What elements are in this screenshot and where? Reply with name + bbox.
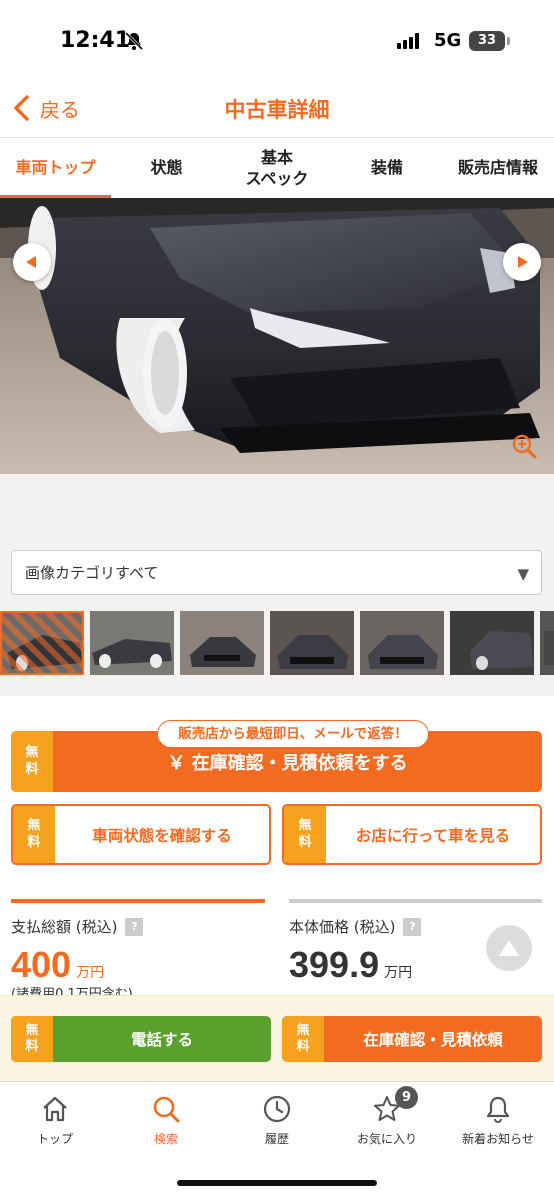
thumbnail[interactable] <box>270 611 354 675</box>
base-price-label-row: 本体価格 (税込) ? <box>289 916 422 937</box>
app-header: 戻る 中古車詳細 <box>0 80 554 136</box>
zoom-in-icon[interactable] <box>511 433 537 459</box>
free-tag: 無 料 <box>11 731 53 792</box>
help-icon[interactable]: ? <box>403 917 422 936</box>
next-photo-button[interactable] <box>503 243 541 281</box>
arrow-left-icon <box>26 256 36 268</box>
free-tag: 無 料 <box>282 1016 324 1062</box>
bell-icon <box>486 1096 510 1124</box>
favorites-count-badge: 9 <box>395 1086 418 1109</box>
check-condition-button[interactable]: 無 料 車両状態を確認する <box>11 804 271 865</box>
arrow-right-icon <box>518 256 528 268</box>
tab-vehicle-top[interactable]: 車両トップ <box>0 138 111 199</box>
thumbnail[interactable] <box>360 611 444 675</box>
home-indicator <box>177 1180 377 1186</box>
battery-tip <box>507 37 510 45</box>
thumbnail[interactable] <box>90 611 174 675</box>
nav-notifications[interactable]: 新着お知らせ <box>448 1094 548 1147</box>
nav-history-label: 履歴 <box>264 1132 289 1146</box>
tab-equipment[interactable]: 装備 <box>332 138 442 199</box>
vehicle-photo[interactable] <box>0 198 554 474</box>
free-tag: 無 料 <box>11 1016 53 1062</box>
inquiry-label: 在庫確認・見積依頼 <box>363 1031 503 1049</box>
price-base-divider <box>289 899 542 903</box>
visit-store-button[interactable]: 無 料 お店に行って車を見る <box>282 804 542 865</box>
status-bar: 12:41 5G 33 <box>0 0 554 80</box>
call-button[interactable]: 無 料 電話する <box>11 1016 271 1062</box>
thumbnail[interactable] <box>540 611 554 675</box>
call-label: 電話する <box>130 1031 193 1049</box>
total-price-value: 400 <box>11 944 72 985</box>
network-label: 5G <box>434 30 462 51</box>
car-photo-image <box>0 198 554 474</box>
nav-search-label: 検索 <box>153 1132 178 1146</box>
page-title: 中古車詳細 <box>224 98 330 122</box>
base-price-label: 本体価格 (税込) <box>289 918 396 936</box>
sticky-action-bar: 無 料 電話する 無 料 在庫確認・見積依頼 <box>0 995 554 1081</box>
scroll-to-top-button[interactable] <box>486 925 532 971</box>
thumbnail[interactable] <box>180 611 264 675</box>
caret-down-icon: ▼ <box>517 565 529 583</box>
base-price: 399.9 万円 <box>289 944 412 986</box>
thumbnail[interactable] <box>450 611 534 675</box>
nav-favorites-label: お気に入り <box>356 1132 417 1146</box>
free-tag: 無 料 <box>13 806 55 863</box>
clock-icon <box>263 1095 291 1123</box>
bell-slash-icon <box>124 31 144 51</box>
total-price-label: 支払総額 (税込) <box>11 918 118 936</box>
total-price-label-row: 支払総額 (税込) ? <box>11 916 144 937</box>
image-category-value: 画像カテゴリすべて <box>25 564 159 582</box>
nav-top[interactable]: トップ <box>5 1094 105 1147</box>
total-price-unit: 万円 <box>76 965 105 981</box>
total-price-note: (諸費用0.1万円含む) <box>11 987 133 995</box>
tab-basic-specs[interactable]: 基本 スペック <box>222 138 332 199</box>
image-category-select[interactable]: 画像カテゴリすべて ▼ <box>11 550 542 595</box>
nav-history[interactable]: 履歴 <box>227 1094 327 1147</box>
quick-reply-bubble: 販売店から最短即日、メールで返答！ <box>157 720 429 748</box>
base-price-value: 399.9 <box>289 944 380 985</box>
home-icon <box>43 1096 67 1122</box>
thumbnail[interactable] <box>0 611 84 675</box>
tab-condition[interactable]: 状態 <box>111 138 222 199</box>
nav-top-label: トップ <box>36 1132 73 1146</box>
detail-tabs: 車両トップ 状態 基本 スペック 装備 販売店情報 <box>0 137 554 199</box>
visit-store-label: お店に行って車を見る <box>355 826 511 845</box>
triangle-up-icon <box>499 940 519 956</box>
base-price-unit: 万円 <box>384 965 413 981</box>
total-price: 400 万円 <box>11 944 104 986</box>
previous-photo-button[interactable] <box>13 243 51 281</box>
inquiry-button[interactable]: 無 料 在庫確認・見積依頼 <box>282 1016 542 1062</box>
nav-search[interactable]: 検索 <box>116 1094 216 1147</box>
price-total-divider <box>11 899 265 903</box>
free-tag: 無 料 <box>284 806 326 863</box>
inquiry-estimate-label: ￥ 在庫確認・見積依頼をする <box>167 752 408 774</box>
nav-notifications-label: 新着お知らせ <box>462 1132 534 1146</box>
help-icon[interactable]: ? <box>125 917 144 936</box>
status-time: 12:41 <box>60 28 131 53</box>
nav-favorites[interactable]: 9 お気に入り <box>337 1086 437 1147</box>
check-condition-label: 車両状態を確認する <box>92 826 232 845</box>
signal-icon <box>397 33 419 49</box>
thumbnail-strip <box>0 611 554 675</box>
tab-dealer-info[interactable]: 販売店情報 <box>442 138 554 199</box>
search-icon <box>153 1096 180 1123</box>
battery-icon: 33 <box>469 31 505 51</box>
